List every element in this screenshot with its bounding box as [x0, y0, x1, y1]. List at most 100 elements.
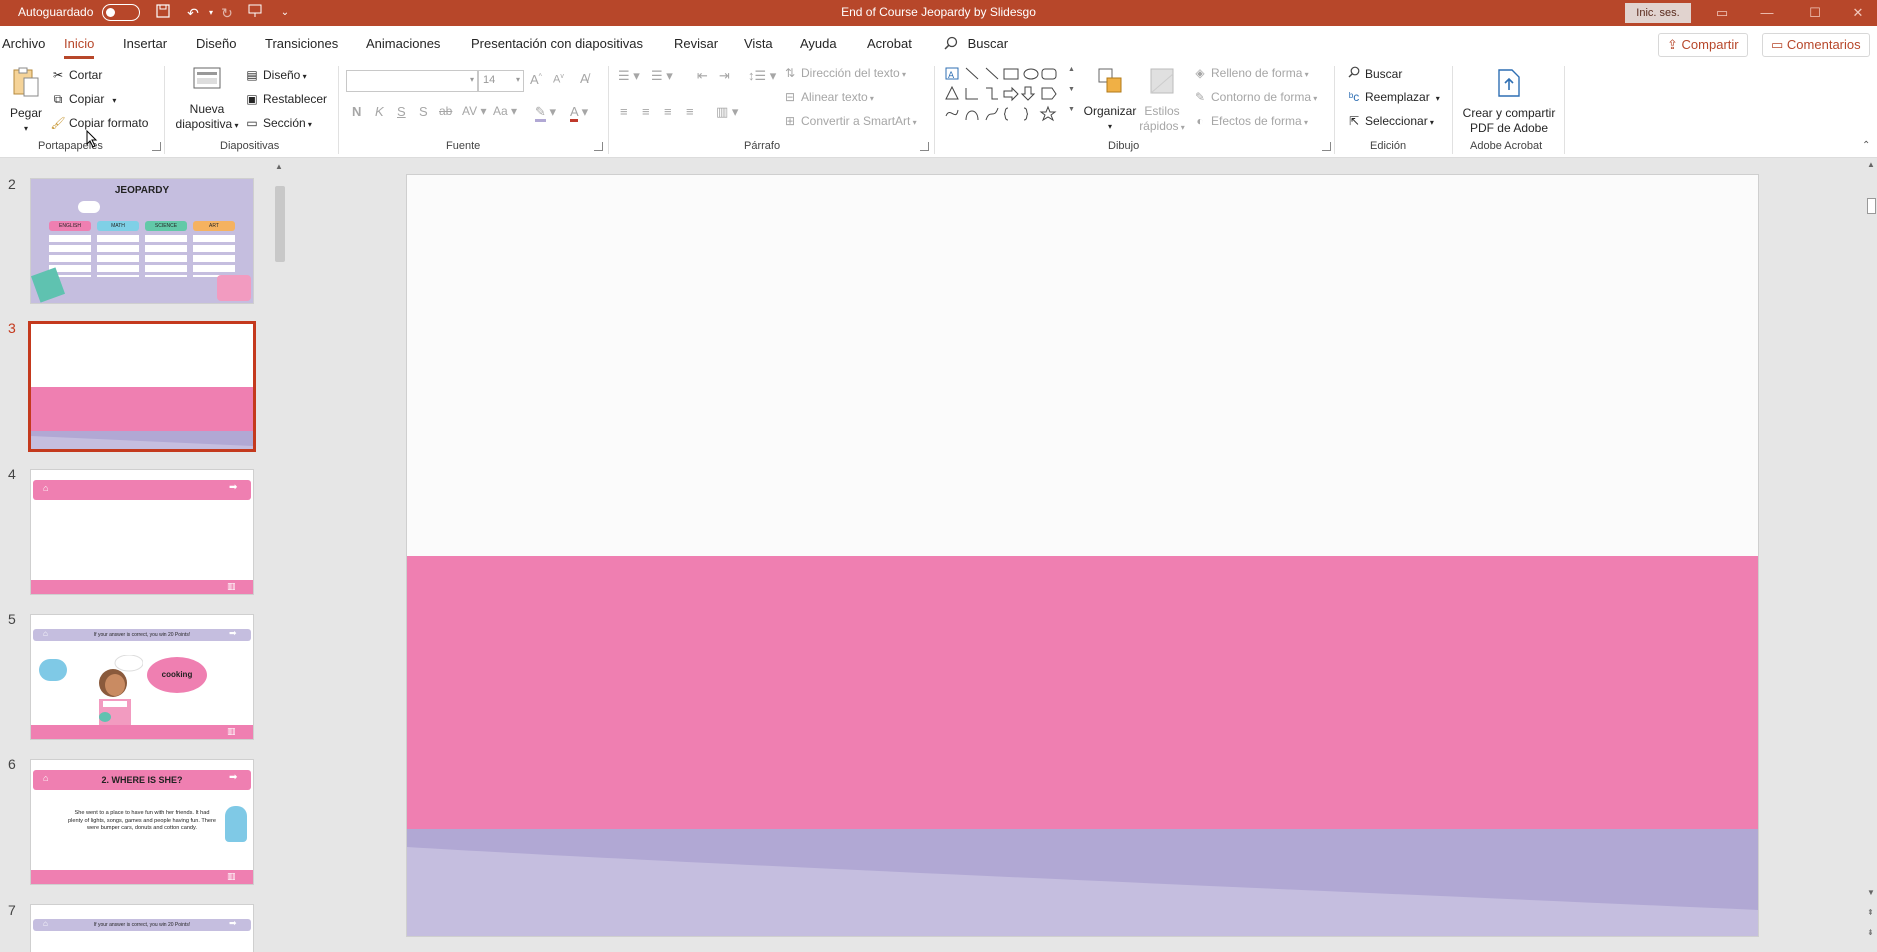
new-slide-button[interactable]: Nueva diapositiva ▾ [172, 66, 242, 133]
decrease-font-icon[interactable]: Av [553, 73, 564, 86]
slide-thumbnail-4[interactable]: ⌂ ➡ ▥ [30, 469, 254, 595]
tab-help[interactable]: Ayuda [800, 36, 837, 51]
layout-button[interactable]: ▤ Diseño ▾ [244, 68, 306, 82]
slide-canvas[interactable] [407, 175, 1758, 936]
scroll-thumb[interactable] [1867, 198, 1876, 214]
replace-button[interactable]: ᵇc Reemplazar ▾ [1346, 90, 1440, 104]
tab-view[interactable]: Vista [744, 36, 773, 51]
align-text-button[interactable]: ⊟ Alinear texto ▾ [782, 90, 874, 104]
ribbon-display-options-icon[interactable]: ▭ [1702, 3, 1742, 23]
smartart-button[interactable]: ⊞ Convertir a SmartArt ▾ [782, 114, 917, 128]
copy-button[interactable]: ⧉ Copiar ▾ [50, 92, 117, 107]
thumb-footer-bar [31, 580, 253, 594]
paragraph-launcher-icon[interactable] [920, 142, 929, 151]
maximize-icon[interactable]: ☐ [1795, 3, 1835, 23]
format-painter-label: Copiar formato [69, 116, 149, 130]
comments-button[interactable]: ▭ Comentarios [1762, 33, 1870, 57]
text-direction-button[interactable]: ⇅ Dirección del texto ▾ [782, 66, 906, 80]
shape-outline-button[interactable]: ✎ Contorno de forma ▾ [1192, 90, 1317, 104]
tab-review[interactable]: Revisar [674, 36, 718, 51]
quick-styles-button[interactable]: Estilos rápidos ▾ [1132, 66, 1192, 135]
shape-effects-button[interactable]: ◐ Efectos de forma ▾ [1192, 114, 1308, 128]
columns-icon[interactable]: ▥ ▾ [716, 104, 738, 120]
minimize-icon[interactable]: — [1747, 3, 1787, 23]
tab-transitions[interactable]: Transiciones [265, 36, 338, 51]
next-slide-icon[interactable]: ⇟ [1867, 928, 1874, 937]
thumb-title: 2. WHERE IS SHE? [33, 770, 251, 790]
numbering-icon[interactable]: ☰ ▾ [651, 68, 673, 84]
slide-thumbnail-6[interactable]: 2. WHERE IS SHE? ⌂ ➡ She went to a place… [30, 759, 254, 885]
sign-in-button[interactable]: Inic. ses. [1625, 3, 1691, 23]
font-family-input[interactable]: ▾ [346, 70, 478, 92]
clipboard-launcher-icon[interactable] [152, 142, 161, 151]
section-button[interactable]: ▭ Sección ▾ [244, 116, 312, 130]
tab-home[interactable]: Inicio [64, 36, 95, 59]
slide-scrollbar[interactable]: ▲ ▼ ⇞ ⇟ [1866, 158, 1877, 952]
increase-font-icon[interactable]: A^ [530, 72, 542, 87]
share-button[interactable]: ⇪ Compartir [1658, 33, 1748, 57]
previous-slide-icon[interactable]: ⇞ [1867, 908, 1874, 917]
collapse-ribbon-icon[interactable]: ⌃ [1862, 140, 1870, 151]
format-painter-button[interactable]: 🖌 Copiar formato [50, 116, 148, 130]
italic-icon[interactable]: K [375, 104, 384, 119]
slide-background [407, 175, 1758, 936]
group-divider [164, 66, 165, 154]
close-icon[interactable]: ✕ [1838, 3, 1877, 23]
tab-insert[interactable]: Insertar [123, 36, 167, 51]
pencil-icon: ✎ [1194, 90, 1206, 104]
shapes-gallery[interactable]: A [942, 64, 1070, 126]
highlight-color-icon[interactable]: ✎ ▾ [535, 104, 556, 122]
line-spacing-icon[interactable]: ↕☰ ▾ [748, 68, 776, 84]
tab-design[interactable]: Diseño [196, 36, 236, 51]
drawing-launcher-icon[interactable] [1322, 142, 1331, 151]
cotton-candy-decoration [225, 806, 247, 842]
effects-icon: ◐ [1196, 114, 1204, 128]
thumbnail-scrollbar[interactable]: ▲ [272, 158, 288, 952]
shapes-scroll-down-icon[interactable]: ▼ [1068, 86, 1075, 93]
slide-thumbnail-7[interactable]: If your answer is correct, you win 20 Po… [30, 904, 254, 952]
bold-icon[interactable]: N [352, 104, 361, 119]
tab-file[interactable]: Archivo [2, 36, 45, 51]
shape-fill-button[interactable]: ◈ Relleno de forma ▾ [1192, 66, 1308, 80]
group-divider [608, 66, 609, 154]
select-button[interactable]: ⇱ Seleccionar ▾ [1346, 114, 1434, 128]
reset-button[interactable]: ▣ Restablecer [244, 92, 327, 106]
align-left-icon[interactable]: ≡ [620, 104, 628, 119]
font-size-input[interactable]: 14 ▾ [478, 70, 524, 92]
slide-thumbnail-2[interactable]: JEOPARDY ENGLISH MATH SCIENCE ART [30, 178, 254, 304]
shapes-more-icon[interactable]: ▼ [1068, 106, 1075, 113]
scroll-down-icon[interactable]: ▼ [1867, 888, 1875, 897]
character-spacing-icon[interactable]: AV ▾ [462, 104, 486, 118]
font-launcher-icon[interactable] [594, 142, 603, 151]
align-text-label: Alinear texto [801, 90, 868, 104]
bullets-icon[interactable]: ☰ ▾ [618, 68, 640, 84]
tell-me-search[interactable]: Buscar [944, 36, 1008, 51]
arrange-button[interactable]: Organizar ▾ [1080, 66, 1140, 134]
strikethrough-icon[interactable]: ab [439, 104, 452, 118]
tab-slideshow[interactable]: Presentación con diapositivas [471, 36, 643, 51]
tab-animations[interactable]: Animaciones [366, 36, 440, 51]
change-case-icon[interactable]: Aa ▾ [493, 104, 517, 118]
scroll-up-icon[interactable]: ▲ [275, 162, 283, 171]
shadow-icon[interactable]: S [419, 104, 428, 119]
scroll-up-icon[interactable]: ▲ [1867, 160, 1875, 169]
increase-indent-icon[interactable]: ⇥ [719, 68, 730, 84]
decrease-indent-icon[interactable]: ⇤ [697, 68, 708, 84]
slide-thumbnail-5[interactable]: If your answer is correct, you win 20 Po… [30, 614, 254, 740]
create-pdf-button[interactable]: Crear y compartir PDF de Adobe [1456, 68, 1562, 136]
scroll-thumb[interactable] [275, 186, 285, 262]
cut-button[interactable]: ✂ Cortar [50, 68, 102, 82]
justify-icon[interactable]: ≡ [686, 104, 694, 119]
align-right-icon[interactable]: ≡ [664, 104, 672, 119]
layout-label: Diseño [263, 68, 301, 82]
underline-icon[interactable]: S [397, 104, 406, 119]
align-center-icon[interactable]: ≡ [642, 104, 650, 119]
paste-button[interactable]: Pegar ▾ [6, 66, 46, 136]
clear-formatting-icon[interactable]: A̸ [580, 71, 589, 86]
category-art: ART [193, 221, 235, 231]
font-color-icon[interactable]: A ▾ [570, 104, 588, 122]
tab-acrobat[interactable]: Acrobat [867, 36, 912, 51]
slide-thumbnail-3[interactable] [28, 321, 256, 452]
find-button[interactable]: Buscar [1346, 66, 1402, 81]
shapes-scroll-up-icon[interactable]: ▲ [1068, 66, 1075, 73]
